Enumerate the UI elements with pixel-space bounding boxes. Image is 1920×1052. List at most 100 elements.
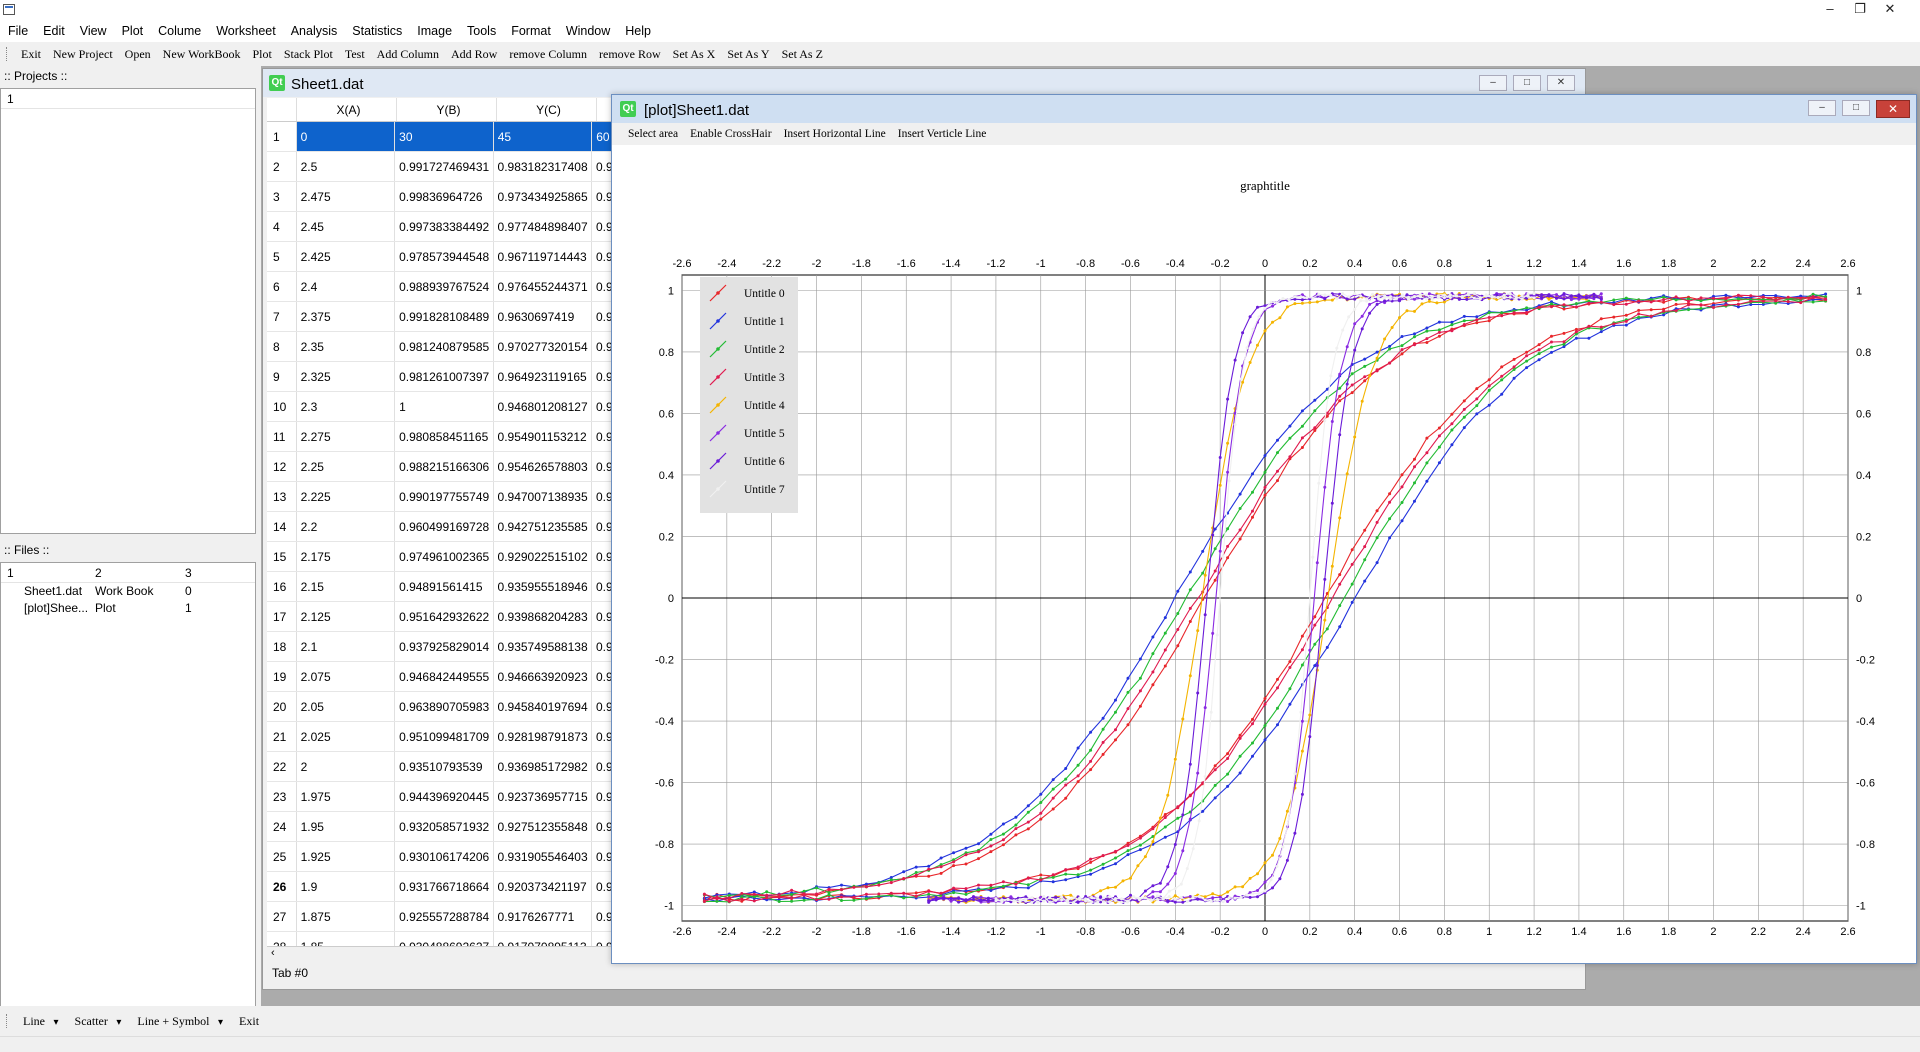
bottom-exit-button[interactable]: Exit bbox=[231, 1014, 267, 1029]
bottom-line-button[interactable]: Line bbox=[15, 1014, 67, 1029]
table-cell[interactable]: 0.929022515102 bbox=[494, 542, 592, 571]
plot-tool-select-area-button[interactable]: Select area bbox=[622, 128, 684, 140]
row-header[interactable]: 15 bbox=[267, 542, 297, 571]
plot-minimize-icon[interactable]: – bbox=[1808, 100, 1836, 116]
plot-maximize-icon[interactable]: □ bbox=[1842, 100, 1870, 116]
table-cell[interactable]: 1.85 bbox=[297, 932, 396, 946]
table-cell[interactable]: 0.981240879585 bbox=[395, 332, 494, 361]
table-cell[interactable]: 0.931766718664 bbox=[395, 872, 494, 901]
plot-titlebar[interactable]: Qt [plot]Sheet1.dat – □ ✕ bbox=[612, 95, 1916, 123]
table-cell[interactable]: 0.960499169728 bbox=[395, 512, 494, 541]
toolbar-remove-column-button[interactable]: remove Column bbox=[503, 47, 593, 62]
table-cell-partial[interactable]: 0.9 bbox=[592, 782, 612, 811]
table-cell[interactable]: 0.990197755749 bbox=[395, 482, 494, 511]
table-cell[interactable]: 2.025 bbox=[297, 722, 396, 751]
menu-help[interactable]: Help bbox=[617, 20, 658, 42]
table-cell[interactable]: 2.3 bbox=[297, 392, 396, 421]
table-cell[interactable]: 0.946801208127 bbox=[494, 392, 592, 421]
table-cell[interactable]: 0.923736957715 bbox=[494, 782, 592, 811]
table-cell[interactable]: 0.920373421197 bbox=[494, 872, 592, 901]
table-cell[interactable]: 0.930488692627 bbox=[395, 932, 494, 946]
row-header[interactable]: 28 bbox=[267, 932, 297, 946]
row-header[interactable]: 20 bbox=[267, 692, 297, 721]
column-header-xa[interactable]: X(A) bbox=[297, 98, 397, 121]
table-cell[interactable]: 0.951642932622 bbox=[395, 602, 494, 631]
table-cell[interactable]: 0.977484898407 bbox=[494, 212, 592, 241]
table-cell[interactable]: 0.970277320154 bbox=[494, 332, 592, 361]
menu-file[interactable]: File bbox=[0, 20, 35, 42]
table-cell[interactable]: 0.946663920923 bbox=[494, 662, 592, 691]
toolbar-exit-button[interactable]: Exit bbox=[15, 47, 47, 62]
table-cell[interactable]: 0.9630697419 bbox=[494, 302, 592, 331]
row-header[interactable]: 11 bbox=[267, 422, 297, 451]
worksheet-grid[interactable]: X(A) Y(B) Y(C) 1 0 30 45 60 2 2.5 0.99172746943… bbox=[267, 98, 612, 946]
row-header[interactable]: 18 bbox=[267, 632, 297, 661]
table-cell[interactable]: 0.99836964726 bbox=[395, 182, 494, 211]
table-cell[interactable]: 2.325 bbox=[297, 362, 396, 391]
table-cell-partial[interactable]: 0.9 bbox=[592, 272, 612, 301]
files-list[interactable]: 1 2 3 Sheet1.dat Work Book 0 [plot]Shee... P… bbox=[0, 562, 256, 1008]
table-cell[interactable]: 0.954626578803 bbox=[494, 452, 592, 481]
row-header[interactable]: 4 bbox=[267, 212, 297, 241]
column-header-yc[interactable]: Y(C) bbox=[497, 98, 597, 121]
table-cell[interactable]: 0.988215166306 bbox=[395, 452, 494, 481]
table-cell[interactable]: 0.981261007397 bbox=[395, 362, 494, 391]
table-cell[interactable]: 0.963890705983 bbox=[395, 692, 494, 721]
workbook-minimize-icon[interactable]: – bbox=[1479, 75, 1507, 91]
table-cell[interactable]: 0.951099481709 bbox=[395, 722, 494, 751]
menu-analysis[interactable]: Analysis bbox=[283, 20, 345, 42]
table-cell-partial[interactable]: 0.9 bbox=[592, 632, 612, 661]
menu-statistics[interactable]: Statistics bbox=[344, 20, 409, 42]
toolbar-test-button[interactable]: Test bbox=[339, 47, 371, 62]
workbook-titlebar[interactable]: Qt Sheet1.dat – □ ✕ bbox=[263, 69, 1585, 97]
menu-colume[interactable]: Colume bbox=[150, 20, 208, 42]
plot-close-icon[interactable]: ✕ bbox=[1876, 100, 1910, 118]
toolbar-set-as-y-button[interactable]: Set As Y bbox=[721, 47, 775, 62]
file-row[interactable]: Sheet1.dat Work Book 0 bbox=[1, 583, 255, 600]
bottom-scatter-button[interactable]: Scatter bbox=[67, 1014, 130, 1029]
table-cell-partial[interactable]: 0.9 bbox=[592, 242, 612, 271]
table-cell[interactable]: 2.125 bbox=[297, 602, 396, 631]
toolbar-plot-button[interactable]: Plot bbox=[246, 47, 277, 62]
table-cell[interactable]: 0.988939767524 bbox=[395, 272, 494, 301]
table-cell[interactable]: 0.925557288784 bbox=[395, 902, 494, 931]
menu-view[interactable]: View bbox=[72, 20, 114, 42]
menu-image[interactable]: Image bbox=[409, 20, 459, 42]
table-cell[interactable]: 0.983182317408 bbox=[494, 152, 592, 181]
close-icon[interactable]: ✕ bbox=[1875, 0, 1905, 20]
table-cell[interactable]: 1.975 bbox=[297, 782, 396, 811]
table-cell-partial[interactable]: 0.9 bbox=[592, 422, 612, 451]
table-cell-partial[interactable]: 0.9 bbox=[592, 842, 612, 871]
row-header[interactable]: 23 bbox=[267, 782, 297, 811]
toolbar-stack-plot-button[interactable]: Stack Plot bbox=[278, 47, 339, 62]
row-header[interactable]: 14 bbox=[267, 512, 297, 541]
worksheet-hscroll[interactable]: ‹ bbox=[267, 946, 612, 962]
toolbar-open-button[interactable]: Open bbox=[119, 47, 157, 62]
plot-tool-insert-horizontal-line-button[interactable]: Insert Horizontal Line bbox=[778, 128, 892, 140]
table-cell[interactable]: 0.930106174206 bbox=[395, 842, 494, 871]
bottom-toolbar-grip[interactable] bbox=[6, 1014, 9, 1028]
row-header[interactable]: 27 bbox=[267, 902, 297, 931]
files-header-2[interactable]: 2 bbox=[95, 563, 185, 582]
hysteresis-chart[interactable]: -2.6 -2.6 -2.4 -2.4 -2.2 -2.2 -2 -2 -1.8 -1.8 -1.6… bbox=[612, 145, 1916, 963]
table-cell[interactable]: 2.4 bbox=[297, 272, 396, 301]
row-header[interactable]: 8 bbox=[267, 332, 297, 361]
toolbar-remove-row-button[interactable]: remove Row bbox=[593, 47, 667, 62]
table-cell-partial[interactable]: 0.9 bbox=[592, 932, 612, 946]
table-cell[interactable]: 0.978573944548 bbox=[395, 242, 494, 271]
row-header[interactable]: 16 bbox=[267, 572, 297, 601]
table-cell-partial[interactable]: 0.9 bbox=[592, 332, 612, 361]
toolbar-set-as-x-button[interactable]: Set As X bbox=[667, 47, 722, 62]
table-cell[interactable]: 0.980858451165 bbox=[395, 422, 494, 451]
table-cell[interactable]: 2 bbox=[297, 752, 396, 781]
table-cell-partial[interactable]: 0.9 bbox=[592, 452, 612, 481]
table-cell[interactable]: 2.475 bbox=[297, 182, 396, 211]
column-header-yb[interactable]: Y(B) bbox=[397, 98, 497, 121]
table-cell[interactable]: 2.05 bbox=[297, 692, 396, 721]
table-cell[interactable]: 2.425 bbox=[297, 242, 396, 271]
file-row[interactable]: [plot]Shee... Plot 1 bbox=[1, 600, 255, 617]
table-cell[interactable]: 0.935955518946 bbox=[494, 572, 592, 601]
table-cell[interactable]: 0.991828108489 bbox=[395, 302, 494, 331]
table-cell[interactable]: 0.991727469431 bbox=[395, 152, 494, 181]
restore-icon[interactable]: ❐ bbox=[1845, 0, 1875, 20]
